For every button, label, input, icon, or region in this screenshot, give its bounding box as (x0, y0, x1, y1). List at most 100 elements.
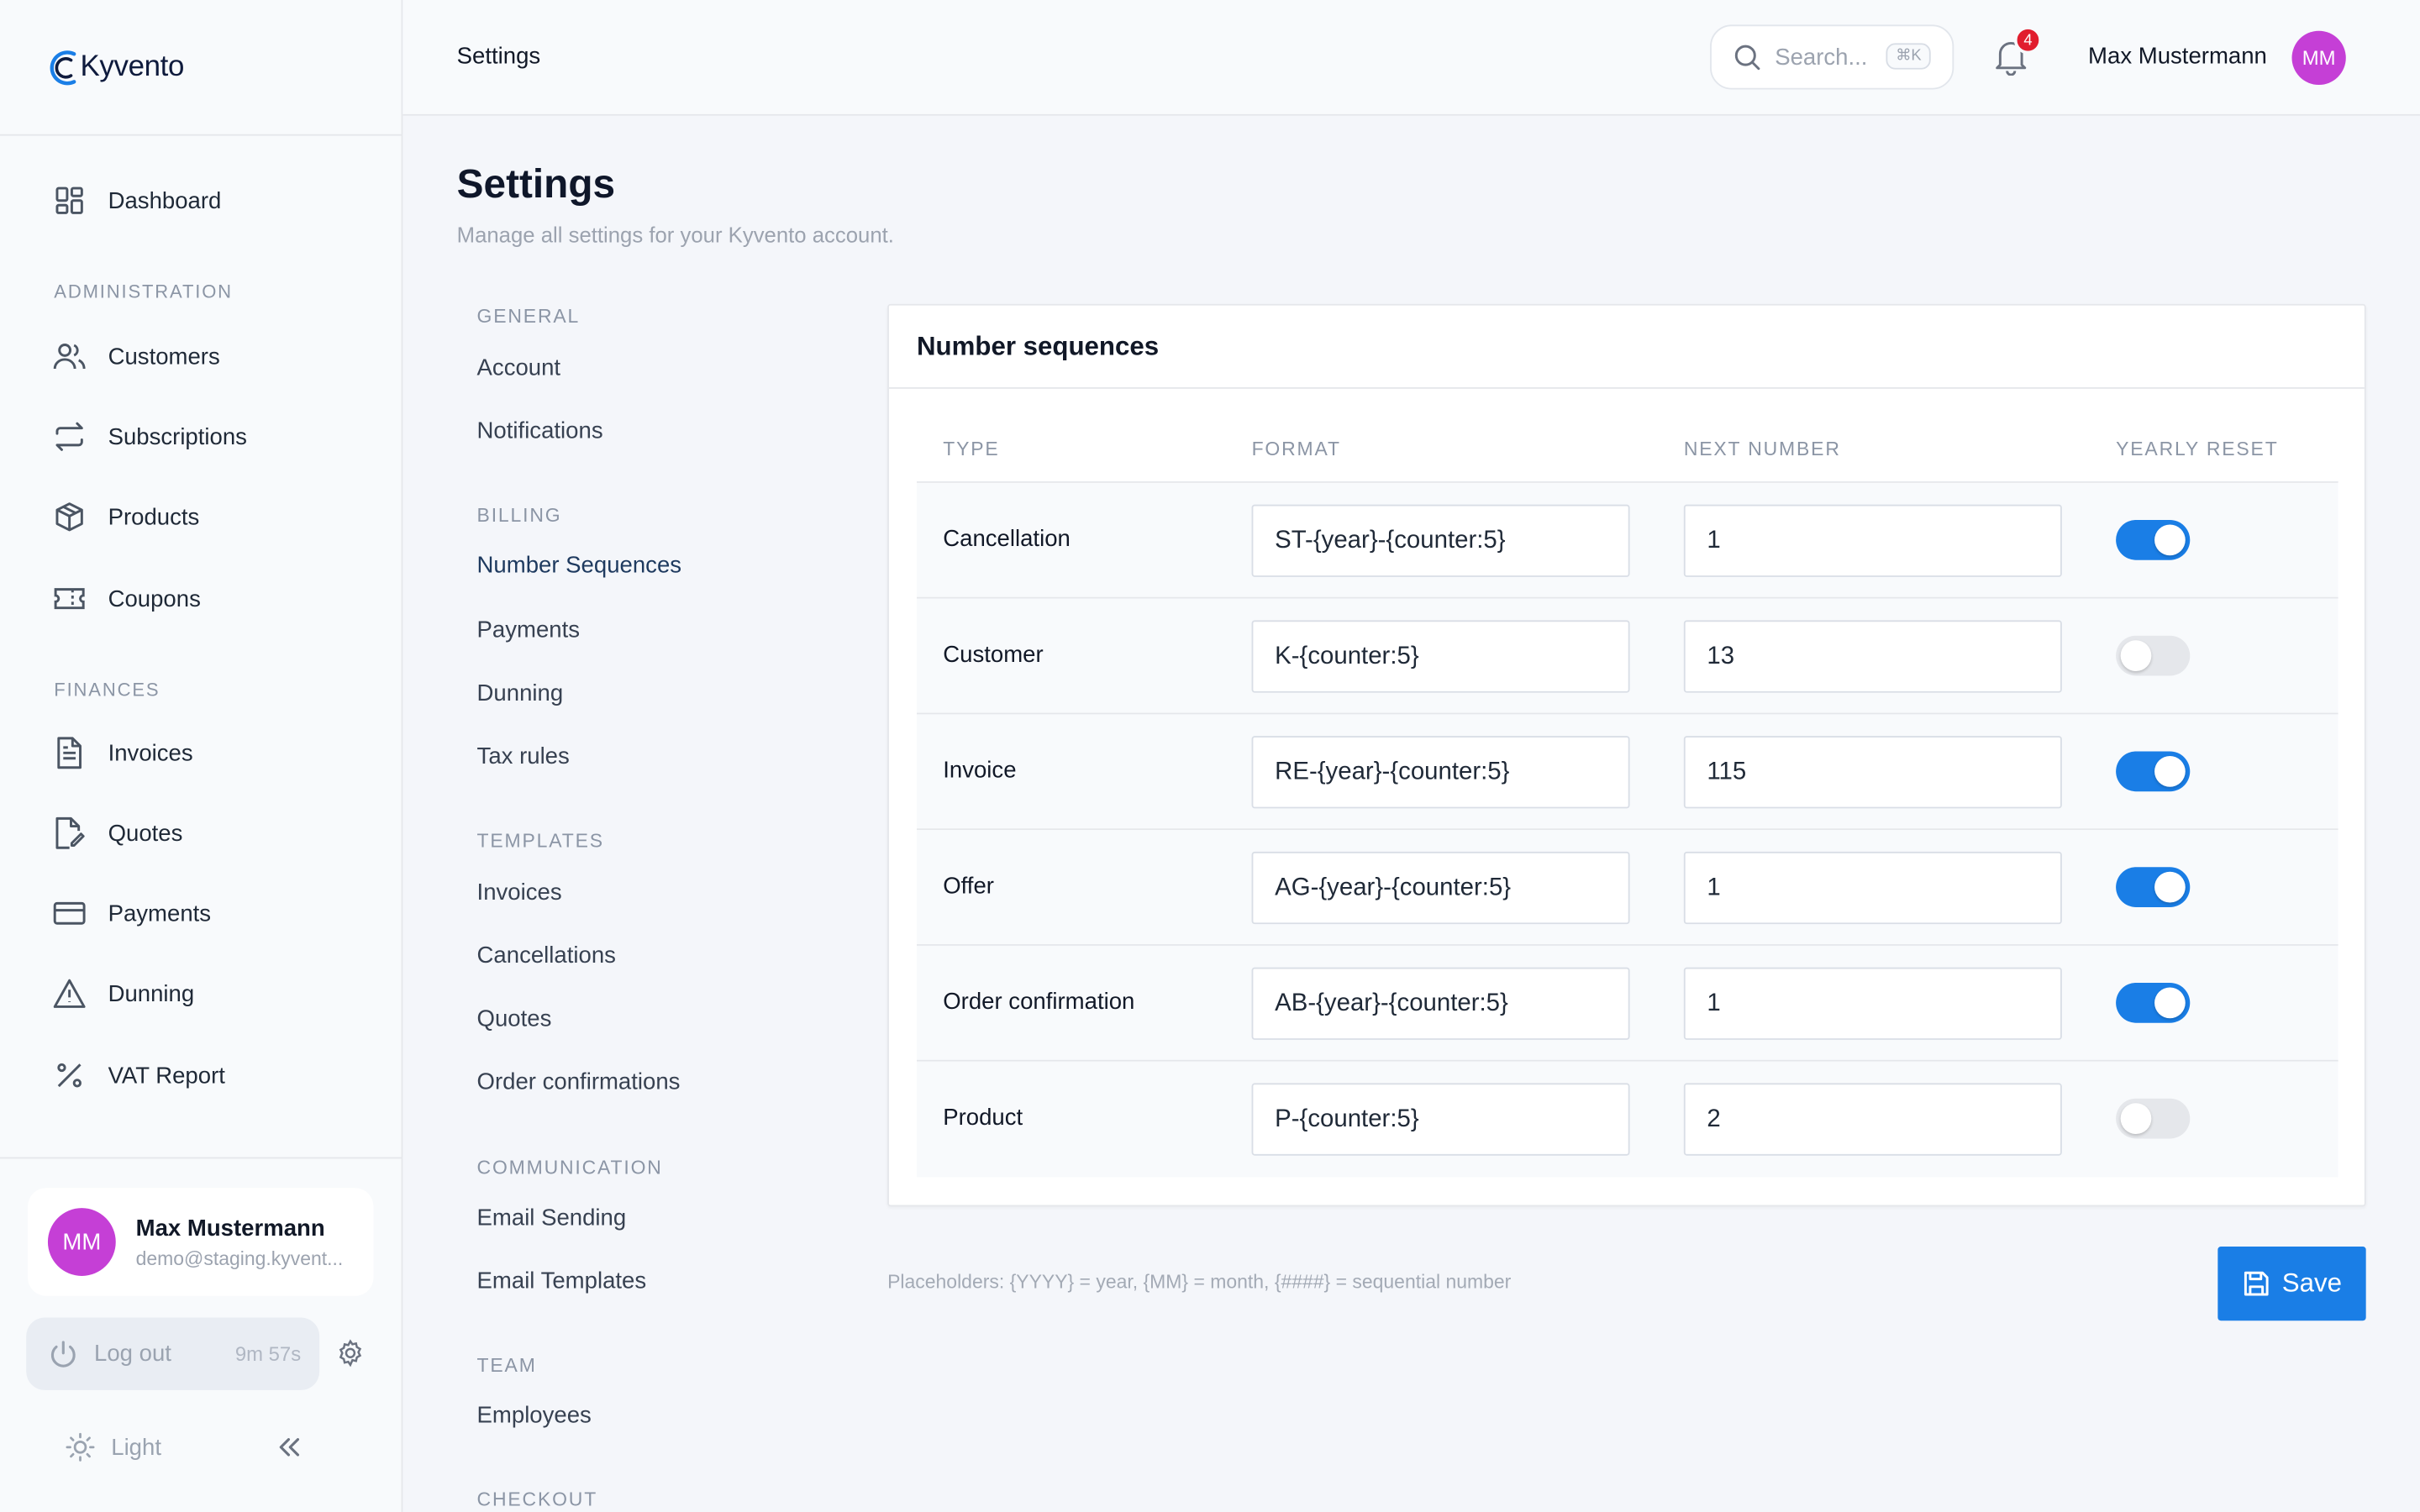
search-shortcut: ⌘K (1886, 43, 1931, 70)
sidebar-item-dunning[interactable]: Dunning (52, 975, 194, 1012)
settings-section-templates: TEMPLATES (476, 830, 604, 852)
settings-item-order-confirmations[interactable]: Order confirmations (477, 1069, 681, 1095)
sidebar-item-label: Invoices (108, 739, 193, 766)
settings-item-dunning[interactable]: Dunning (477, 680, 564, 706)
logo[interactable]: Kyvento (0, 0, 402, 136)
topbar: Settings Search... ⌘K 4 Max Mustermann M… (402, 0, 2420, 116)
table-row: Cancellation ST-{year}-{counter:5} 1 (916, 482, 2338, 599)
format-input[interactable]: ST-{year}-{counter:5} (1251, 504, 1630, 577)
gear-icon[interactable] (336, 1339, 364, 1374)
table-row: Invoice RE-{year}-{counter:5} 115 (916, 714, 2338, 831)
topbar-avatar[interactable]: MM (2291, 30, 2346, 86)
settings-item-email-sending[interactable]: Email Sending (477, 1205, 627, 1231)
toggle-knob (2154, 755, 2186, 787)
settings-item-number-sequences[interactable]: Number Sequences (477, 553, 682, 579)
toggle-knob (2120, 640, 2152, 671)
session-timer: 9m 57s (234, 1341, 302, 1366)
next-number-input[interactable]: 1 (1683, 967, 2062, 1040)
settings-item-tax-rules[interactable]: Tax rules (477, 743, 570, 769)
theme-toggle[interactable]: Light (65, 1431, 161, 1462)
warning-icon (52, 977, 86, 1011)
yearly-reset-toggle[interactable] (2116, 751, 2191, 792)
settings-item-email-templates[interactable]: Email Templates (477, 1268, 647, 1294)
settings-item-account[interactable]: Account (477, 354, 561, 381)
table-header: TYPE FORMAT NEXT NUMBER YEARLY RESET (916, 417, 2338, 483)
logout-label: Log out (94, 1341, 171, 1368)
sidebar-item-customers[interactable]: Customers (52, 338, 220, 375)
save-icon (2244, 1271, 2268, 1296)
save-button[interactable]: Save (2217, 1247, 2366, 1321)
ticket-icon (52, 581, 86, 615)
next-number-input[interactable]: 1 (1683, 851, 2062, 925)
credit-card-icon (52, 896, 86, 930)
repeat-icon (52, 420, 86, 454)
sidebar: Kyvento Dashboard ADMINISTRATION Custome… (0, 0, 403, 1512)
row-type: Offer (943, 873, 994, 900)
sidebar-item-invoices[interactable]: Invoices (52, 734, 193, 771)
toggle-knob (2154, 987, 2186, 1019)
avatar: MM (47, 1208, 116, 1276)
settings-section-general: GENERAL (476, 305, 581, 328)
breadcrumb[interactable]: Settings (457, 43, 541, 69)
toggle-knob (2120, 1103, 2152, 1134)
column-header-format: FORMAT (1251, 438, 1341, 460)
row-type: Customer (943, 642, 1044, 669)
sidebar-item-subscriptions[interactable]: Subscriptions (52, 418, 247, 455)
nav-section-administration: ADMINISTRATION (54, 281, 233, 302)
settings-item-notifications[interactable]: Notifications (477, 418, 603, 444)
box-icon (52, 500, 86, 533)
collapse-sidebar-icon[interactable] (275, 1433, 302, 1468)
settings-item-quotes[interactable]: Quotes (477, 1006, 552, 1032)
format-input[interactable]: AB-{year}-{counter:5} (1251, 967, 1630, 1040)
sidebar-item-products[interactable]: Products (52, 498, 199, 535)
sun-icon (66, 1432, 95, 1462)
search-placeholder: Search... (1775, 44, 1868, 71)
user-card[interactable]: MM Max Mustermann demo@staging.kyvent... (28, 1188, 374, 1296)
sidebar-item-dashboard[interactable]: Dashboard (52, 182, 221, 219)
next-number-input[interactable]: 115 (1683, 736, 2062, 809)
yearly-reset-toggle[interactable] (2116, 1098, 2191, 1139)
sidebar-item-vat-report[interactable]: VAT Report (52, 1057, 225, 1094)
settings-item-cancellations[interactable]: Cancellations (477, 942, 616, 969)
sidebar-item-label: Products (108, 503, 200, 530)
next-number-input[interactable]: 1 (1683, 504, 2062, 577)
placeholders-hint: Placeholders: {YYYY} = year, {MM} = mont… (887, 1271, 1512, 1294)
row-type: Invoice (943, 757, 1017, 785)
sidebar-divider (0, 1157, 402, 1159)
next-number-input[interactable]: 13 (1683, 620, 2062, 693)
next-number-input[interactable]: 2 (1683, 1083, 2062, 1156)
settings-section-communication: COMMUNICATION (476, 1157, 663, 1179)
topbar-user-name[interactable]: Max Mustermann (2088, 43, 2267, 69)
notification-badge: 4 (2013, 26, 2042, 55)
table-row: Customer K-{counter:5} 13 (916, 598, 2338, 715)
logout-button[interactable]: Log out 9m 57s (26, 1317, 320, 1390)
format-input[interactable]: RE-{year}-{counter:5} (1251, 736, 1630, 809)
sidebar-item-coupons[interactable]: Coupons (52, 580, 201, 617)
sidebar-item-label: Dashboard (108, 187, 222, 214)
toggle-knob (2154, 524, 2186, 556)
sidebar-item-label: Quotes (108, 820, 183, 847)
yearly-reset-toggle[interactable] (2116, 867, 2191, 907)
format-input[interactable]: P-{counter:5} (1251, 1083, 1630, 1156)
format-input[interactable]: AG-{year}-{counter:5} (1251, 851, 1630, 925)
sidebar-item-label: Coupons (108, 585, 201, 612)
row-type: Cancellation (943, 526, 1071, 553)
sidebar-item-quotes[interactable]: Quotes (52, 815, 182, 852)
page-subtitle: Manage all settings for your Kyvento acc… (456, 222, 894, 247)
number-sequences-card: Number sequences TYPE FORMAT NEXT NUMBER… (887, 303, 2366, 1207)
settings-item-payments[interactable]: Payments (477, 617, 581, 643)
page-title: Settings (456, 160, 616, 207)
card-title: Number sequences (888, 306, 2365, 389)
sidebar-item-label: Dunning (108, 980, 195, 1007)
users-icon (52, 339, 86, 373)
format-input[interactable]: K-{counter:5} (1251, 620, 1630, 693)
yearly-reset-toggle[interactable] (2116, 635, 2191, 676)
settings-item-employees[interactable]: Employees (477, 1403, 592, 1429)
theme-label: Light (111, 1434, 161, 1461)
sidebar-item-payments[interactable]: Payments (52, 895, 211, 932)
yearly-reset-toggle[interactable] (2116, 519, 2191, 560)
save-label: Save (2281, 1268, 2342, 1298)
yearly-reset-toggle[interactable] (2116, 982, 2191, 1023)
search-input[interactable]: Search... ⌘K (1710, 24, 1954, 90)
settings-item-invoices[interactable]: Invoices (477, 879, 562, 906)
